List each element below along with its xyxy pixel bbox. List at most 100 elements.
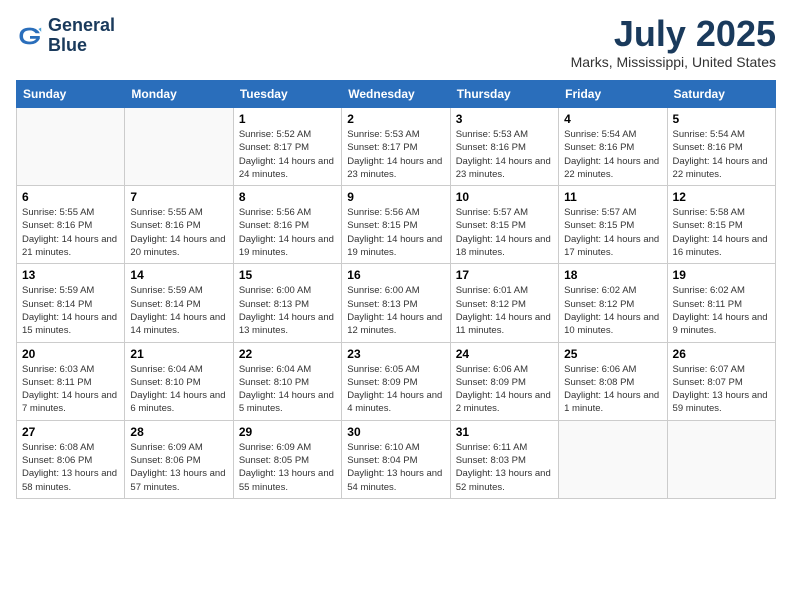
cell-info: Sunrise: 5:53 AM Sunset: 8:16 PM Dayligh… [456, 128, 553, 181]
calendar-cell: 27Sunrise: 6:08 AM Sunset: 8:06 PM Dayli… [17, 420, 125, 498]
calendar-cell: 9Sunrise: 5:56 AM Sunset: 8:15 PM Daylig… [342, 186, 450, 264]
calendar-week-row: 20 Sunrise: 6:03 AM Sunset: 8:11 PM Dayli… [17, 342, 776, 420]
calendar-cell: 26 Sunrise: 6:07 AM Sunset: 8:07 PM Dayli… [667, 342, 775, 420]
day-number: 18 [564, 268, 661, 282]
calendar-cell: 2 Sunrise: 5:53 AM Sunset: 8:17 PM Daylig… [342, 108, 450, 186]
day-number: 5 [673, 112, 770, 126]
calendar-cell: 17 Sunrise: 6:01 AM Sunset: 8:12 PM Dayli… [450, 264, 558, 342]
day-number: 12 [673, 190, 770, 204]
calendar-cell: 18 Sunrise: 6:02 AM Sunset: 8:12 PM Dayli… [559, 264, 667, 342]
cell-info: Sunrise: 6:02 AM Sunset: 8:11 PM Dayligh… [673, 284, 770, 337]
calendar-cell: 5 Sunrise: 5:54 AM Sunset: 8:16 PM Daylig… [667, 108, 775, 186]
weekday-header: Saturday [667, 81, 775, 108]
calendar-cell: 12 Sunrise: 5:58 AM Sunset: 8:15 PM Dayli… [667, 186, 775, 264]
cell-info: Sunrise: 6:04 AM Sunset: 8:10 PM Dayligh… [239, 363, 336, 416]
cell-info: Sunrise: 5:57 AM Sunset: 8:15 PM Dayligh… [456, 206, 553, 259]
day-number: 25 [564, 347, 661, 361]
calendar-cell: 15 Sunrise: 6:00 AM Sunset: 8:13 PM Dayli… [233, 264, 341, 342]
cell-info: Sunrise: 5:59 AM Sunset: 8:14 PM Dayligh… [22, 284, 119, 337]
logo-line1: General [48, 16, 115, 36]
month-year: July 2025 [571, 16, 776, 52]
cell-info: Sunrise: 5:54 AM Sunset: 8:16 PM Dayligh… [564, 128, 661, 181]
calendar-cell: 22 Sunrise: 6:04 AM Sunset: 8:10 PM Dayli… [233, 342, 341, 420]
day-number: 11 [564, 190, 661, 204]
day-number: 30 [347, 425, 444, 439]
cell-info: Sunrise: 6:03 AM Sunset: 8:11 PM Dayligh… [22, 363, 119, 416]
calendar-cell: 7 Sunrise: 5:55 AM Sunset: 8:16 PM Daylig… [125, 186, 233, 264]
cell-info: Sunrise: 6:06 AM Sunset: 8:09 PM Dayligh… [456, 363, 553, 416]
calendar-cell: 24 Sunrise: 6:06 AM Sunset: 8:09 PM Dayli… [450, 342, 558, 420]
day-number: 31 [456, 425, 553, 439]
calendar-cell: 11Sunrise: 5:57 AM Sunset: 8:15 PM Dayli… [559, 186, 667, 264]
cell-info: Sunrise: 6:00 AM Sunset: 8:13 PM Dayligh… [347, 284, 444, 337]
day-number: 22 [239, 347, 336, 361]
weekday-header: Tuesday [233, 81, 341, 108]
cell-info: Sunrise: 6:02 AM Sunset: 8:12 PM Dayligh… [564, 284, 661, 337]
day-number: 17 [456, 268, 553, 282]
calendar-cell: 13Sunrise: 5:59 AM Sunset: 8:14 PM Dayli… [17, 264, 125, 342]
calendar-table: SundayMondayTuesdayWednesdayThursdayFrid… [16, 80, 776, 499]
title-section: July 2025 Marks, Mississippi, United Sta… [571, 16, 776, 70]
logo-icon [16, 22, 44, 50]
calendar-cell: 1Sunrise: 5:52 AM Sunset: 8:17 PM Daylig… [233, 108, 341, 186]
day-number: 10 [456, 190, 553, 204]
calendar-body: 1Sunrise: 5:52 AM Sunset: 8:17 PM Daylig… [17, 108, 776, 499]
day-number: 4 [564, 112, 661, 126]
cell-info: Sunrise: 6:05 AM Sunset: 8:09 PM Dayligh… [347, 363, 444, 416]
day-number: 28 [130, 425, 227, 439]
calendar-week-row: 6 Sunrise: 5:55 AM Sunset: 8:16 PM Daylig… [17, 186, 776, 264]
calendar-cell: 28 Sunrise: 6:09 AM Sunset: 8:06 PM Dayli… [125, 420, 233, 498]
calendar-cell: 8Sunrise: 5:56 AM Sunset: 8:16 PM Daylig… [233, 186, 341, 264]
calendar-cell: 6 Sunrise: 5:55 AM Sunset: 8:16 PM Daylig… [17, 186, 125, 264]
calendar-cell [17, 108, 125, 186]
cell-info: Sunrise: 6:06 AM Sunset: 8:08 PM Dayligh… [564, 363, 661, 416]
day-number: 29 [239, 425, 336, 439]
cell-info: Sunrise: 6:01 AM Sunset: 8:12 PM Dayligh… [456, 284, 553, 337]
calendar-cell: 4 Sunrise: 5:54 AM Sunset: 8:16 PM Daylig… [559, 108, 667, 186]
day-number: 26 [673, 347, 770, 361]
cell-info: Sunrise: 6:09 AM Sunset: 8:06 PM Dayligh… [130, 441, 227, 494]
cell-info: Sunrise: 5:58 AM Sunset: 8:15 PM Dayligh… [673, 206, 770, 259]
calendar-week-row: 27Sunrise: 6:08 AM Sunset: 8:06 PM Dayli… [17, 420, 776, 498]
cell-info: Sunrise: 5:56 AM Sunset: 8:15 PM Dayligh… [347, 206, 444, 259]
calendar-header-row: SundayMondayTuesdayWednesdayThursdayFrid… [17, 81, 776, 108]
cell-info: Sunrise: 5:55 AM Sunset: 8:16 PM Dayligh… [22, 206, 119, 259]
day-number: 6 [22, 190, 119, 204]
calendar-week-row: 1Sunrise: 5:52 AM Sunset: 8:17 PM Daylig… [17, 108, 776, 186]
calendar-cell: 25 Sunrise: 6:06 AM Sunset: 8:08 PM Dayli… [559, 342, 667, 420]
calendar-cell: 19Sunrise: 6:02 AM Sunset: 8:11 PM Dayli… [667, 264, 775, 342]
weekday-header: Thursday [450, 81, 558, 108]
day-number: 14 [130, 268, 227, 282]
calendar-cell: 10 Sunrise: 5:57 AM Sunset: 8:15 PM Dayli… [450, 186, 558, 264]
cell-info: Sunrise: 5:53 AM Sunset: 8:17 PM Dayligh… [347, 128, 444, 181]
calendar-cell: 20 Sunrise: 6:03 AM Sunset: 8:11 PM Dayli… [17, 342, 125, 420]
cell-info: Sunrise: 5:59 AM Sunset: 8:14 PM Dayligh… [130, 284, 227, 337]
day-number: 20 [22, 347, 119, 361]
cell-info: Sunrise: 6:00 AM Sunset: 8:13 PM Dayligh… [239, 284, 336, 337]
cell-info: Sunrise: 6:10 AM Sunset: 8:04 PM Dayligh… [347, 441, 444, 494]
weekday-header: Friday [559, 81, 667, 108]
cell-info: Sunrise: 5:55 AM Sunset: 8:16 PM Dayligh… [130, 206, 227, 259]
day-number: 3 [456, 112, 553, 126]
day-number: 2 [347, 112, 444, 126]
logo-text: General Blue [48, 16, 115, 56]
day-number: 15 [239, 268, 336, 282]
weekday-header: Wednesday [342, 81, 450, 108]
calendar-week-row: 13Sunrise: 5:59 AM Sunset: 8:14 PM Dayli… [17, 264, 776, 342]
calendar-cell: 29Sunrise: 6:09 AM Sunset: 8:05 PM Dayli… [233, 420, 341, 498]
calendar-cell: 14 Sunrise: 5:59 AM Sunset: 8:14 PM Dayli… [125, 264, 233, 342]
calendar-cell: 30 Sunrise: 6:10 AM Sunset: 8:04 PM Dayli… [342, 420, 450, 498]
calendar-cell: 31Sunrise: 6:11 AM Sunset: 8:03 PM Dayli… [450, 420, 558, 498]
cell-info: Sunrise: 5:56 AM Sunset: 8:16 PM Dayligh… [239, 206, 336, 259]
cell-info: Sunrise: 5:54 AM Sunset: 8:16 PM Dayligh… [673, 128, 770, 181]
location: Marks, Mississippi, United States [571, 54, 776, 70]
day-number: 16 [347, 268, 444, 282]
day-number: 1 [239, 112, 336, 126]
weekday-header: Monday [125, 81, 233, 108]
day-number: 24 [456, 347, 553, 361]
cell-info: Sunrise: 6:07 AM Sunset: 8:07 PM Dayligh… [673, 363, 770, 416]
day-number: 21 [130, 347, 227, 361]
calendar-cell: 16 Sunrise: 6:00 AM Sunset: 8:13 PM Dayli… [342, 264, 450, 342]
day-number: 7 [130, 190, 227, 204]
day-number: 23 [347, 347, 444, 361]
